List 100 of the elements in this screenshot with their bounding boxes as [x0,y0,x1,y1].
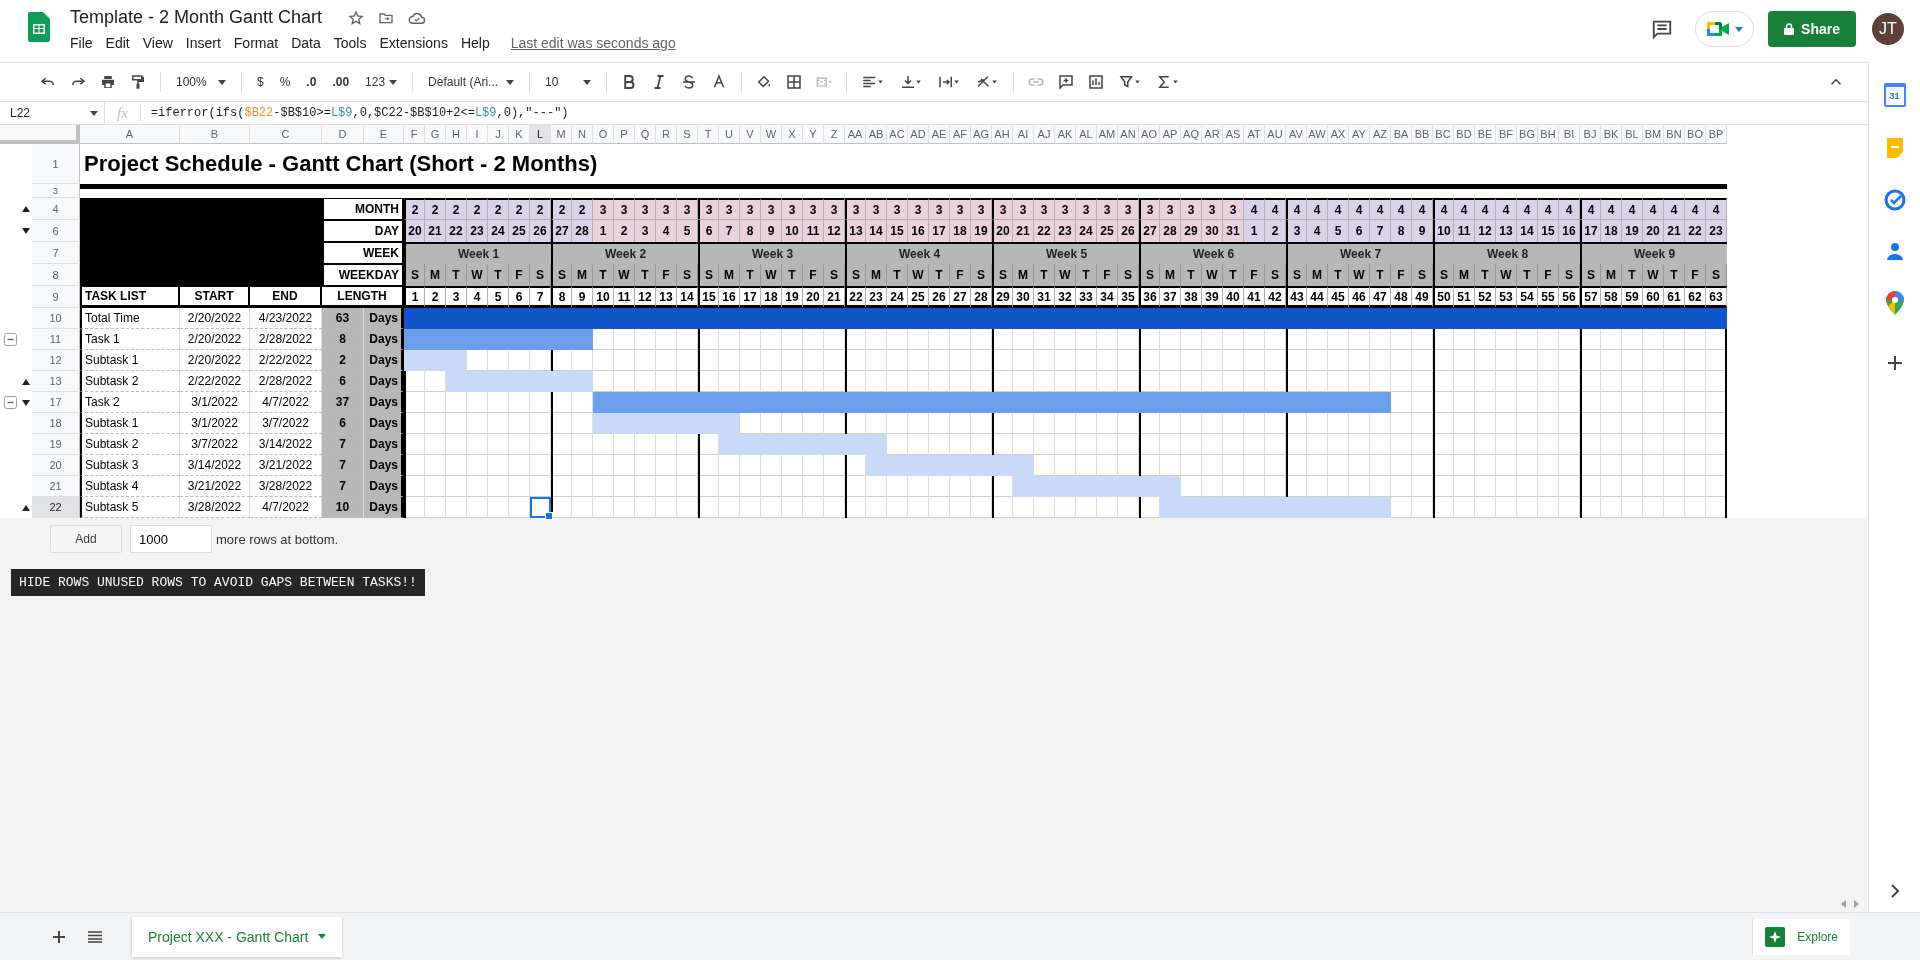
row-header[interactable]: 20 [32,455,80,476]
menu-item[interactable]: Format [227,33,285,53]
name-box[interactable]: L22 [0,102,105,124]
column-header[interactable]: BG [1517,125,1538,144]
column-header[interactable]: W [761,125,782,144]
column-header[interactable]: BM [1643,125,1664,144]
column-header[interactable]: AA [845,125,866,144]
row-header[interactable]: 19 [32,434,80,455]
row-header[interactable]: 17 [32,392,80,413]
hidden-rows-arrow-icon[interactable] [22,399,30,406]
hidden-rows-arrow-icon[interactable] [22,504,30,511]
hidden-rows-arrow-icon[interactable] [22,206,30,212]
tasks-icon[interactable] [1883,189,1906,211]
column-header[interactable]: AB [866,125,887,144]
column-header[interactable]: AG [971,125,992,144]
column-header[interactable]: O [593,125,614,144]
number-format-select[interactable]: 123 [360,73,403,91]
column-header[interactable]: BP [1706,125,1727,144]
column-header[interactable]: AH [992,125,1013,144]
column-header[interactable]: AL [1076,125,1097,144]
currency-button[interactable]: $ [252,73,269,91]
row-header[interactable]: 4 [32,198,80,220]
column-header[interactable]: AK [1055,125,1076,144]
column-header[interactable]: BC [1433,125,1454,144]
column-header[interactable]: X [782,125,803,144]
comment-icon[interactable] [1651,18,1674,40]
row-header[interactable]: 21 [32,476,80,497]
all-sheets-icon[interactable] [88,930,102,943]
menu-item[interactable]: View [136,33,179,53]
column-header[interactable]: AM [1097,125,1118,144]
menu-item[interactable]: Extensions [373,33,454,53]
add-rows-button[interactable]: Add [50,525,122,553]
column-header[interactable]: M [551,125,572,144]
column-header[interactable]: BO [1685,125,1706,144]
column-header[interactable]: C [250,125,322,144]
column-header[interactable]: AZ [1370,125,1391,144]
row-header[interactable]: 13 [32,371,80,392]
menu-item[interactable]: Edit [99,33,136,53]
column-header[interactable]: J [488,125,509,144]
row-count-field[interactable]: 1000 [130,525,212,553]
last-edit-link[interactable]: Last edit was seconds ago [510,35,676,51]
column-header[interactable]: D [322,125,364,144]
row-header[interactable]: 7 [32,242,80,264]
percent-button[interactable]: % [274,73,296,91]
column-header[interactable]: BA [1391,125,1412,144]
column-header[interactable]: N [572,125,593,144]
column-header[interactable]: AW [1307,125,1328,144]
column-header[interactable]: S [677,125,698,144]
row-header[interactable]: 8 [32,264,80,286]
column-header[interactable]: P [614,125,635,144]
column-header[interactable]: AE [929,125,950,144]
column-header[interactable]: Z [824,125,845,144]
column-header[interactable]: BE [1475,125,1496,144]
column-header[interactable]: BN [1664,125,1685,144]
column-header[interactable]: AS [1223,125,1244,144]
column-header[interactable]: U [719,125,740,144]
column-header[interactable]: Y [803,125,824,144]
sheet-tab[interactable]: Project XXX - Gantt Chart [132,916,343,957]
column-header[interactable]: B [180,125,250,144]
meet-button[interactable] [1695,11,1755,47]
menu-item[interactable]: Help [454,33,496,53]
explore-button[interactable]: Explore [1752,918,1850,955]
column-header[interactable]: R [656,125,677,144]
collapse-group-icon[interactable] [3,396,17,409]
column-header[interactable]: AX [1328,125,1349,144]
menu-item[interactable]: Tools [327,33,373,53]
column-header[interactable]: AO [1139,125,1160,144]
column-header[interactable]: AI [1013,125,1034,144]
column-header[interactable]: AJ [1034,125,1055,144]
calendar-icon[interactable]: 31 [1883,83,1906,107]
selected-cell[interactable] [530,497,551,518]
column-header[interactable]: AD [908,125,929,144]
column-header[interactable]: I [467,125,488,144]
column-header[interactable]: G [425,125,446,144]
column-header[interactable]: BB [1412,125,1433,144]
column-header[interactable]: V [740,125,761,144]
column-header[interactable]: AU [1265,125,1286,144]
column-header[interactable]: E [364,125,404,144]
contacts-icon[interactable] [1884,241,1905,261]
sheets-logo-icon[interactable] [28,12,50,42]
hidden-rows-arrow-icon[interactable] [22,228,30,234]
user-avatar[interactable]: JT [1872,13,1904,45]
column-header[interactable]: K [509,125,530,144]
column-header[interactable]: AT [1244,125,1265,144]
column-header[interactable]: BK [1601,125,1622,144]
share-button[interactable]: Share [1768,11,1856,47]
font-size-select[interactable]: 10 [540,73,597,91]
font-select[interactable]: Default (Ari... [423,73,520,91]
hidden-rows-arrow-icon[interactable] [22,378,30,385]
add-sheet-icon[interactable] [52,929,66,944]
formula-field[interactable]: =iferror(ifs($B22-$B$10>=L$9,0,$C22-$B$10+2<=L$9,0),"---") [140,106,569,120]
column-header[interactable]: Q [635,125,656,144]
column-header[interactable]: BD [1454,125,1475,144]
row-header[interactable]: 12 [32,350,80,371]
row-header[interactable]: 18 [32,413,80,434]
column-header[interactable]: AN [1118,125,1139,144]
column-header[interactable]: AQ [1181,125,1202,144]
row-header[interactable]: 10 [32,308,80,329]
column-header[interactable]: AP [1160,125,1181,144]
menu-item[interactable]: File [70,33,99,53]
